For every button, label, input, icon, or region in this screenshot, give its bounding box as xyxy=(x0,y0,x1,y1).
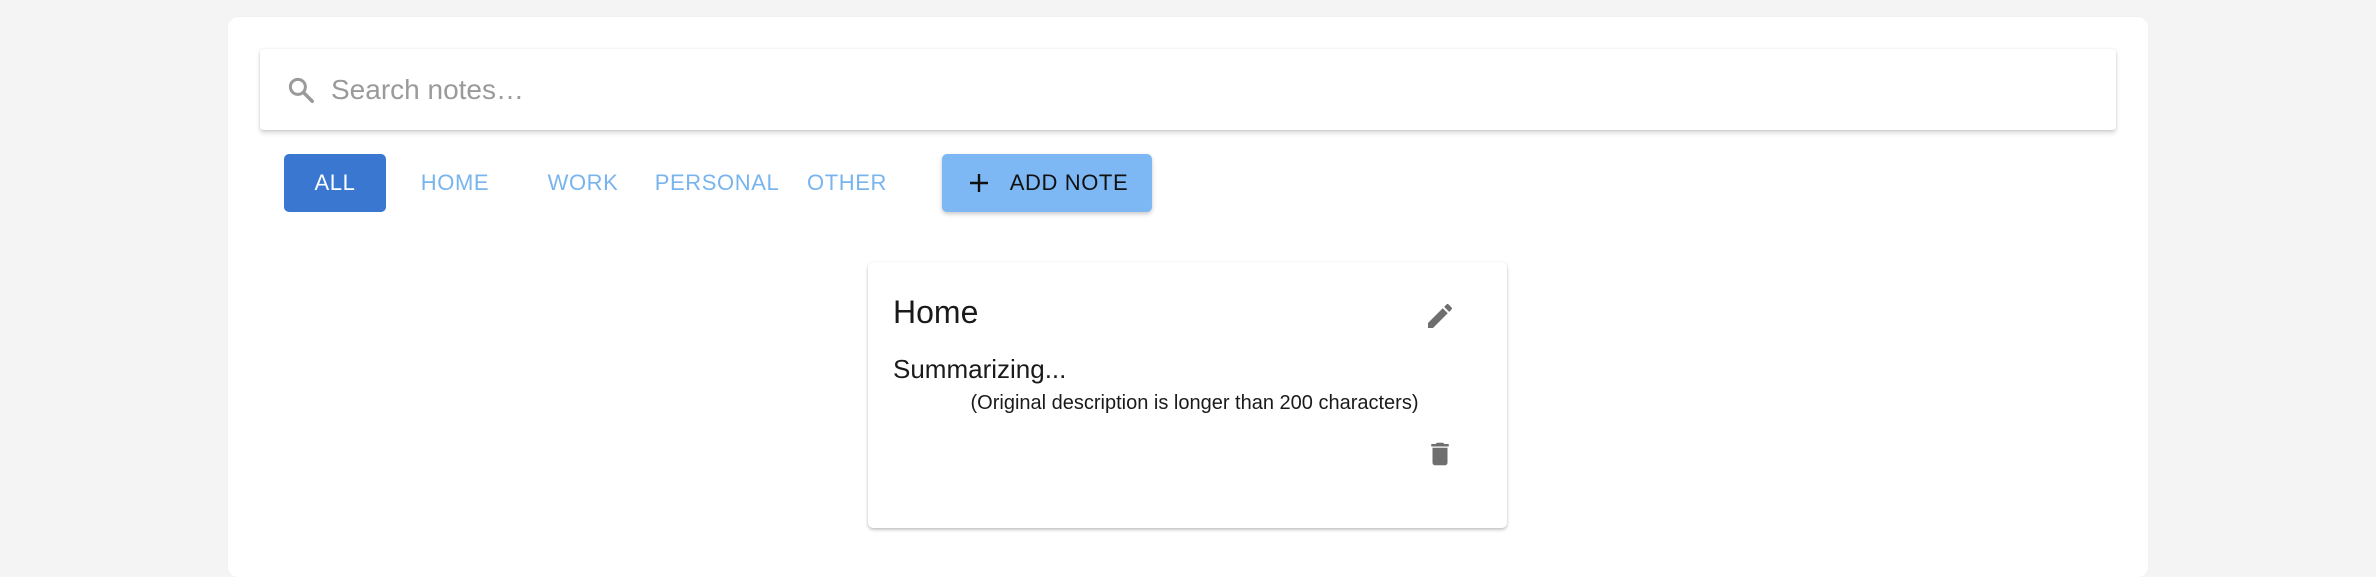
filter-home-button[interactable]: HOME xyxy=(404,154,506,212)
notes-panel: ALL HOME WORK PERSONAL OTHER ADD NOTE Ho… xyxy=(228,17,2148,577)
note-caption: (Original description is longer than 200… xyxy=(970,392,1419,414)
filter-work-button[interactable]: WORK xyxy=(532,154,634,212)
pencil-icon xyxy=(1424,300,1456,337)
add-note-label: ADD NOTE xyxy=(1009,170,1129,195)
note-summary: Summarizing... xyxy=(893,354,1067,384)
filter-personal-button[interactable]: PERSONAL xyxy=(652,154,782,212)
search-input[interactable] xyxy=(331,59,2116,120)
add-note-button[interactable]: ADD NOTE xyxy=(942,154,1152,212)
plus-icon xyxy=(966,170,992,196)
filter-other-button[interactable]: OTHER xyxy=(804,154,890,212)
search-icon xyxy=(281,70,321,110)
note-title: Home xyxy=(893,294,979,330)
note-card: Home Summarizing... (Original descriptio… xyxy=(868,262,1507,528)
filter-all-button[interactable]: ALL xyxy=(284,154,386,212)
search-bar xyxy=(260,49,2116,130)
edit-note-button[interactable] xyxy=(1418,296,1462,340)
delete-note-button[interactable] xyxy=(1418,434,1462,478)
category-filters: ALL HOME WORK PERSONAL OTHER ADD NOTE xyxy=(284,154,1152,212)
trash-icon xyxy=(1425,439,1455,474)
